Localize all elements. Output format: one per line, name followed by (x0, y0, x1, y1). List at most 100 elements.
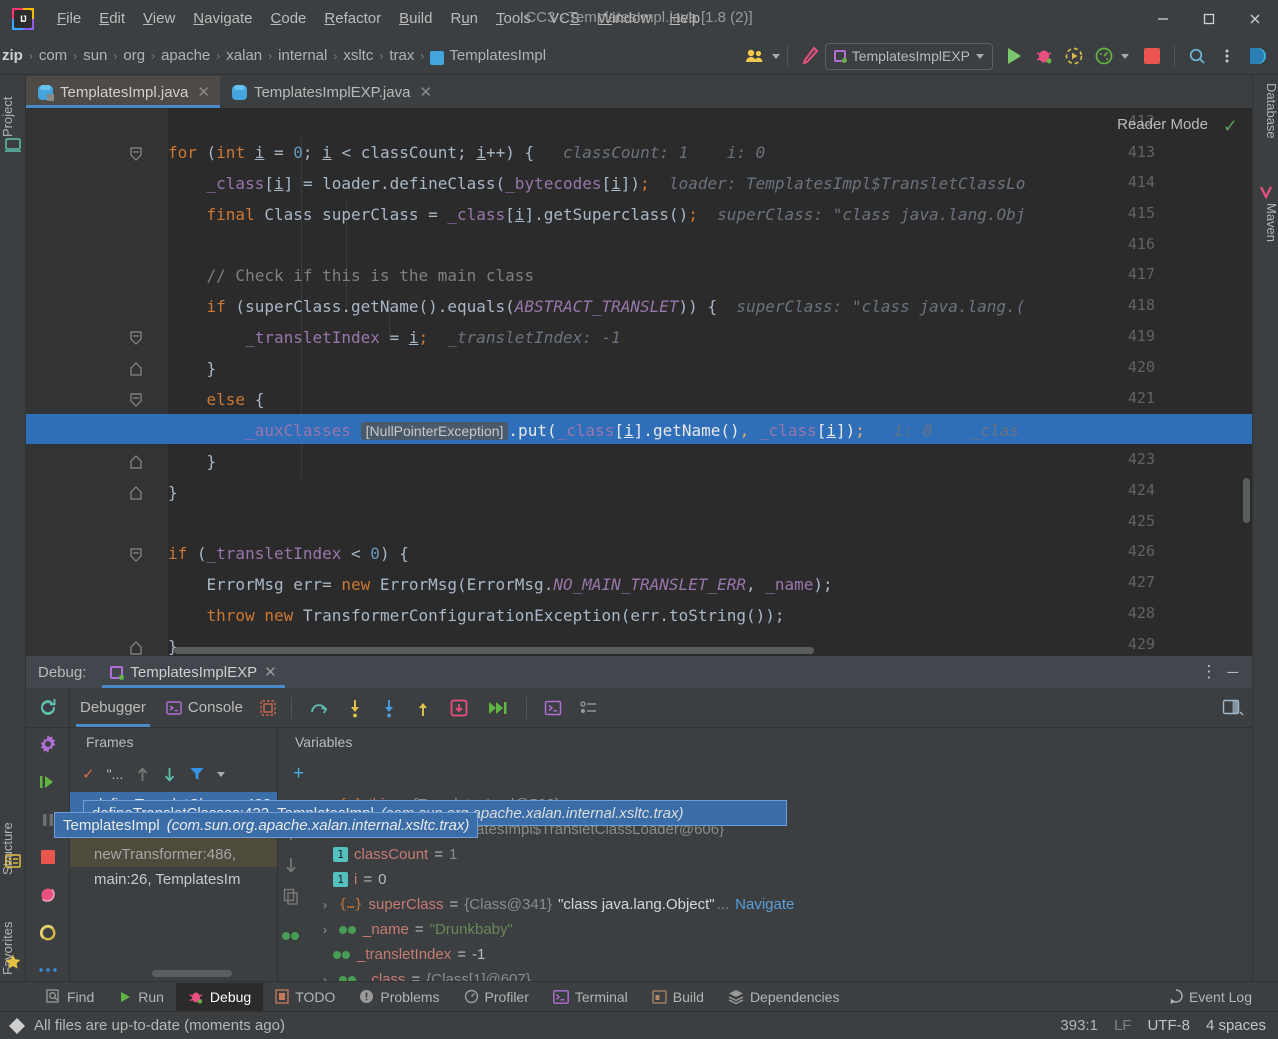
code-line-417[interactable]: // Check if this is the main class (168, 261, 534, 292)
frame-row[interactable]: main:26, TemplatesIm (70, 867, 277, 892)
breadcrumb-item-zip[interactable]: zip (0, 47, 25, 64)
chevron-down-icon[interactable] (1121, 54, 1129, 59)
fold-marker[interactable] (130, 147, 142, 159)
variable-row-superclass[interactable]: › {…} superClass = {Class@341} "class ja… (279, 892, 1252, 917)
editor-tab-templatesimpl[interactable]: TemplatesImpl.java ✕ (26, 76, 220, 108)
more-icon[interactable]: ⋮ (1200, 662, 1217, 682)
menu-build[interactable]: Build (390, 7, 441, 30)
breadcrumb-item-internal[interactable]: internal (276, 47, 329, 64)
step-into-icon[interactable] (338, 698, 372, 718)
code-line-426[interactable]: if (_transletIndex < 0) { (168, 539, 409, 570)
search-icon[interactable] (1182, 41, 1212, 71)
editor-horizontal-scrollbar[interactable] (174, 647, 814, 654)
breadcrumb-item-apache[interactable]: apache (159, 47, 212, 64)
indent-setting[interactable]: 4 spaces (1206, 1017, 1266, 1034)
tool-button-problems[interactable]: Problems (347, 983, 451, 1011)
breadcrumb-item-trax[interactable]: trax (387, 47, 416, 64)
profiler-icon[interactable] (1089, 41, 1119, 71)
tool-button-run[interactable]: Run (106, 983, 176, 1011)
close-button[interactable] (1232, 0, 1278, 37)
code-line-419[interactable]: _transletIndex = i; _transletIndex: -1 (168, 323, 621, 354)
tool-button-terminal[interactable]: Terminal (541, 983, 640, 1011)
hammer-icon[interactable] (795, 41, 825, 71)
menu-run[interactable]: Run (441, 7, 487, 30)
gear-icon[interactable] (36, 734, 60, 756)
breadcrumb-item-templatesimpl[interactable]: TemplatesImpl (428, 47, 548, 64)
fold-marker[interactable] (130, 331, 142, 343)
people-icon[interactable] (741, 41, 771, 71)
tool-button-profiler[interactable]: Profiler (452, 983, 541, 1011)
editor-vertical-scrollbar[interactable] (1243, 478, 1250, 523)
menu-edit[interactable]: Edit (90, 7, 134, 30)
fold-marker[interactable] (130, 641, 142, 653)
debug-session-tab[interactable]: TemplatesImplEXP ✕ (102, 656, 284, 688)
filter-icon[interactable] (189, 766, 205, 782)
sidebar-item-project[interactable]: Project (0, 77, 26, 137)
code-line-423[interactable]: } (168, 447, 216, 478)
resume-icon[interactable] (36, 771, 60, 793)
close-icon[interactable]: ✕ (197, 83, 210, 101)
settings-list-icon[interactable] (571, 700, 607, 716)
variable-row-i[interactable]: 1 i = 0 (279, 867, 1252, 892)
code-line-420[interactable]: } (168, 354, 216, 385)
minimize-icon[interactable]: ─ (1227, 664, 1246, 681)
sidebar-item-maven[interactable]: Maven (1253, 203, 1278, 263)
expand-arrow-icon[interactable]: › (323, 898, 333, 912)
tab-debugger[interactable]: Debugger (70, 689, 156, 727)
navigate-link[interactable]: Navigate (735, 896, 794, 913)
tab-console[interactable]: Console (156, 689, 253, 727)
code-line-422[interactable]: _auxClasses [NullPointerException].put(_… (168, 416, 1019, 447)
tool-button-build[interactable]: Build (640, 983, 716, 1011)
structure-icon[interactable] (5, 853, 21, 869)
maximize-button[interactable] (1186, 0, 1232, 37)
minimize-button[interactable] (1140, 0, 1186, 37)
code-line-428[interactable]: throw new TransformerConfigurationExcept… (168, 601, 785, 632)
debug-button[interactable] (1029, 41, 1059, 71)
watch-icon[interactable] (281, 930, 301, 942)
breadcrumb-item-xsltc[interactable]: xsltc (341, 47, 375, 64)
updates-icon[interactable] (1242, 41, 1272, 71)
code-line-424[interactable]: } (168, 478, 178, 509)
variable-row-transletindex[interactable]: _transletIndex = -1 (279, 942, 1252, 967)
reader-mode-label[interactable]: Reader Mode (1117, 116, 1208, 133)
code-line-418[interactable]: if (superClass.getName().equals(ABSTRACT… (168, 292, 1025, 323)
code-line-414[interactable]: _class[i] = loader.defineClass(_bytecode… (168, 169, 1025, 200)
stop-button[interactable] (1137, 41, 1167, 71)
menu-view[interactable]: View (134, 7, 184, 30)
chevron-down-icon[interactable] (217, 772, 225, 777)
breadcrumb-item-com[interactable]: com (37, 47, 69, 64)
chevron-down-icon[interactable] (772, 54, 780, 59)
run-with-coverage-icon[interactable] (1059, 41, 1089, 71)
resume-program-icon[interactable] (478, 699, 518, 717)
code-line-415[interactable]: final Class superClass = _class[i].getSu… (168, 200, 1025, 231)
restore-layout-icon[interactable] (1222, 699, 1244, 717)
sidebar-item-database[interactable]: Database (1253, 83, 1278, 163)
fold-marker[interactable] (130, 455, 142, 467)
variable-row-classcount[interactable]: 1 classCount = 1 (279, 842, 1252, 867)
frame-row[interactable]: newTransformer:486, (70, 842, 277, 867)
copy-icon[interactable] (283, 888, 299, 906)
menu-refactor[interactable]: Refactor (315, 7, 390, 30)
file-encoding[interactable]: UTF-8 (1147, 1017, 1190, 1034)
move-down-icon[interactable] (162, 766, 177, 783)
inspections-ok-icon[interactable]: ✓ (1223, 116, 1238, 137)
tool-button-find[interactable]: Find (34, 983, 106, 1011)
variable-row-name[interactable]: › _name = "Drunkbaby" (279, 917, 1252, 942)
fold-marker[interactable] (130, 393, 142, 405)
more-icon[interactable] (1212, 41, 1242, 71)
breadcrumb-item-sun[interactable]: sun (81, 47, 109, 64)
move-down-icon[interactable] (283, 856, 299, 874)
more-icon[interactable] (36, 959, 60, 981)
fold-marker[interactable] (130, 548, 142, 560)
thread-selector[interactable]: "... (107, 766, 124, 782)
breadcrumb-item-xalan[interactable]: xalan (224, 47, 264, 64)
caret-position[interactable]: 393:1 (1060, 1017, 1098, 1034)
code-editor[interactable]: 412 413 414 415 416 417 418 419 420 421 … (26, 108, 1252, 656)
step-over-icon[interactable] (300, 699, 338, 717)
tool-button-dependencies[interactable]: Dependencies (716, 983, 852, 1011)
event-log-button[interactable]: Event Log (1157, 983, 1264, 1011)
menu-code[interactable]: Code (262, 7, 316, 30)
editor-tab-templatesimplexp[interactable]: TemplatesImplEXP.java ✕ (220, 76, 442, 108)
menu-navigate[interactable]: Navigate (184, 7, 261, 30)
close-icon[interactable]: ✕ (419, 83, 432, 101)
